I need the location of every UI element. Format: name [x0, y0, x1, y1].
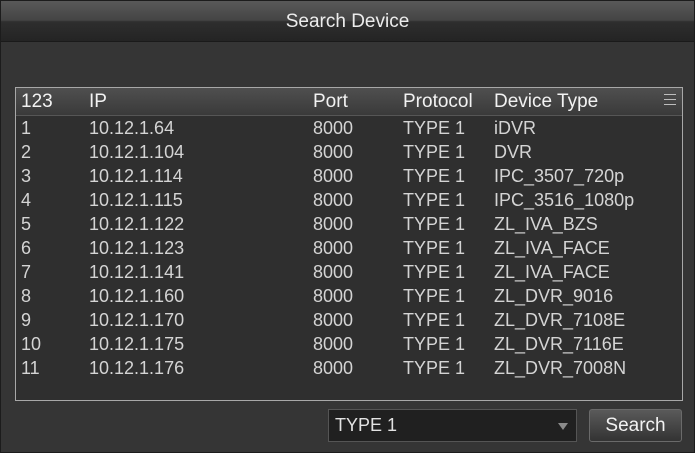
cell-index: 2 [21, 142, 32, 162]
cell-index: 6 [21, 238, 32, 258]
cell-protocol: TYPE 1 [403, 214, 466, 234]
table-header: 123 IP Port Protocol Device Type [16, 88, 682, 116]
dialog-title: Search Device [285, 11, 410, 32]
device-table[interactable]: 123 IP Port Protocol Device Type 1 10.12.… [15, 87, 683, 401]
cell-device-type: iDVR [494, 118, 537, 138]
cell-device-type: ZL_DVR_9016 [494, 286, 614, 306]
cell-protocol: TYPE 1 [403, 286, 466, 306]
cell-index: 9 [21, 310, 32, 330]
dropdown-arrow-icon[interactable] [558, 423, 568, 430]
table-row[interactable]: 11 10.12.1.176 8000 TYPE 1 ZL_DVR_7008N [16, 356, 682, 380]
cell-ip: 10.12.1.114 [89, 166, 183, 186]
cell-device-type: IPC_3507_720p [494, 166, 625, 186]
cell-protocol: TYPE 1 [403, 262, 466, 282]
cell-ip: 10.12.1.115 [89, 190, 183, 210]
table-row[interactable]: 5 10.12.1.122 8000 TYPE 1 ZL_IVA_BZS [16, 212, 682, 236]
cell-ip: 10.12.1.122 [89, 214, 185, 234]
table-row[interactable]: 9 10.12.1.170 8000 TYPE 1 ZL_DVR_7108E [16, 308, 682, 332]
cell-index: 4 [21, 190, 32, 210]
table-row[interactable]: 4 10.12.1.115 8000 TYPE 1 IPC_3516_1080p [16, 188, 682, 212]
cell-ip: 10.12.1.123 [89, 238, 185, 258]
cell-ip: 10.12.1.141 [89, 262, 185, 282]
cell-device-type: DVR [494, 142, 533, 162]
table-row[interactable]: 6 10.12.1.123 8000 TYPE 1 ZL_IVA_FACE [16, 236, 682, 260]
column-header-protocol[interactable]: Protocol [403, 91, 473, 113]
cell-index: 8 [21, 286, 32, 306]
table-row[interactable]: 7 10.12.1.141 8000 TYPE 1 ZL_IVA_FACE [16, 260, 682, 284]
search-button[interactable]: Search [589, 409, 682, 442]
cell-device-type: ZL_IVA_FACE [494, 262, 610, 282]
table-row[interactable]: 1 10.12.1.64 8000 TYPE 1 iDVR [16, 116, 682, 140]
column-header-index[interactable]: 123 [21, 91, 53, 113]
cell-protocol: TYPE 1 [403, 190, 466, 210]
cell-device-type: IPC_3516_1080p [494, 190, 635, 210]
cell-protocol: TYPE 1 [403, 358, 466, 378]
cell-port: 8000 [313, 142, 354, 162]
protocol-select-value: TYPE 1 [335, 415, 398, 435]
table-row[interactable]: 10 10.12.1.175 8000 TYPE 1 ZL_DVR_7116E [16, 332, 682, 356]
cell-protocol: TYPE 1 [403, 142, 466, 162]
cell-device-type: ZL_IVA_FACE [494, 238, 610, 258]
cell-ip: 10.12.1.170 [89, 310, 185, 330]
cell-protocol: TYPE 1 [403, 310, 466, 330]
cell-port: 8000 [313, 190, 354, 210]
table-row[interactable]: 2 10.12.1.104 8000 TYPE 1 DVR [16, 140, 682, 164]
cell-port: 8000 [313, 286, 354, 306]
cell-protocol: TYPE 1 [403, 334, 466, 354]
cell-device-type: ZL_DVR_7108E [494, 310, 626, 330]
cell-port: 8000 [313, 118, 354, 138]
cell-port: 8000 [313, 310, 354, 330]
table-row[interactable]: 8 10.12.1.160 8000 TYPE 1 ZL_DVR_9016 [16, 284, 682, 308]
cell-index: 3 [21, 166, 32, 186]
table-row[interactable]: 3 10.12.1.114 8000 TYPE 1 IPC_3507_720p [16, 164, 682, 188]
cell-ip: 10.12.1.176 [89, 358, 185, 378]
search-device-dialog: Search Device 123 IP Port Protocol Devic… [0, 0, 695, 453]
cell-index: 5 [21, 214, 32, 234]
cell-ip: 10.12.1.175 [89, 334, 185, 354]
column-header-device-type[interactable]: Device Type [494, 91, 598, 113]
cell-ip: 10.12.1.160 [89, 286, 185, 306]
cell-port: 8000 [313, 238, 354, 258]
cell-port: 8000 [313, 262, 354, 282]
cell-port: 8000 [313, 358, 354, 378]
cell-port: 8000 [313, 334, 354, 354]
table-body: 1 10.12.1.64 8000 TYPE 1 iDVR 2 10.12.1.104 800… [16, 116, 682, 380]
cell-protocol: TYPE 1 [403, 238, 466, 258]
column-header-ip[interactable]: IP [89, 91, 107, 113]
cell-ip: 10.12.1.104 [89, 142, 185, 162]
cell-ip: 10.12.1.64 [89, 118, 175, 138]
column-header-port[interactable]: Port [313, 91, 348, 113]
title-bar: Search Device [1, 1, 694, 42]
cell-index: 7 [21, 262, 32, 282]
cell-port: 8000 [313, 166, 354, 186]
cell-protocol: TYPE 1 [403, 118, 466, 138]
cell-device-type: ZL_IVA_BZS [494, 214, 598, 234]
cell-protocol: TYPE 1 [403, 166, 466, 186]
cell-device-type: ZL_DVR_7116E [494, 334, 624, 354]
list-menu-icon[interactable] [664, 94, 676, 106]
cell-port: 8000 [313, 214, 354, 234]
cell-index: 1 [21, 118, 32, 138]
cell-device-type: ZL_DVR_7008N [494, 358, 627, 378]
cell-index: 10 [21, 334, 42, 354]
protocol-select[interactable]: TYPE 1 [328, 409, 577, 442]
cell-index: 11 [21, 358, 40, 378]
